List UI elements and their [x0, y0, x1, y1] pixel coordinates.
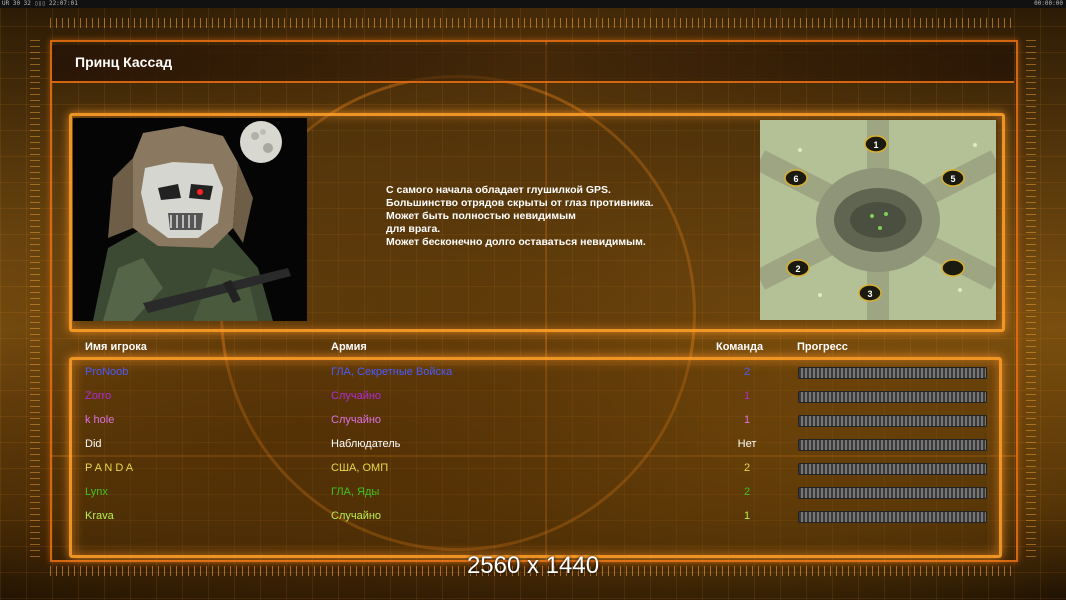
general-portrait-image: [73, 118, 307, 321]
general-portrait: [73, 118, 307, 321]
progress-bar: [798, 463, 987, 475]
player-name: Krava: [85, 510, 114, 522]
column-header-name: Имя игрока: [85, 341, 147, 353]
player-team: Нет: [737, 438, 757, 450]
player-team: 1: [743, 390, 751, 402]
table-row: Did Наблюдатель Нет: [0, 434, 1066, 458]
description-line: Может быть полностью невидимым: [386, 210, 576, 222]
map-preview-image: 1 2 3 5 6: [760, 120, 996, 320]
map-slot-label: 1: [873, 140, 878, 150]
player-name: ProNoob: [85, 366, 129, 378]
table-row: Lynx ГЛА, Яды 2: [0, 482, 1066, 506]
player-team: 2: [743, 366, 751, 378]
table-row: ProNoob ГЛА, Секретные Войска 2: [0, 362, 1066, 386]
table-row: P A N D A США, ОМП 2: [0, 458, 1066, 482]
table-row: k hole Случайно 1: [0, 410, 1066, 434]
player-army: ГЛА, Секретные Войска: [331, 366, 453, 378]
progress-bar: [798, 511, 987, 523]
ruler-top: [50, 18, 1016, 28]
player-team: 1: [743, 414, 751, 426]
general-description: С самого начала обладает глушилкой GPS. …: [386, 184, 746, 249]
player-name: P A N D A: [85, 462, 134, 474]
player-team: 1: [743, 510, 751, 522]
player-team: 2: [743, 462, 751, 474]
player-army: ГЛА, Яды: [331, 486, 380, 498]
general-name: Принц Кассад: [75, 54, 173, 70]
player-name: Zorro: [85, 390, 112, 402]
column-header-team: Команда: [716, 341, 764, 353]
table-row: Krava Случайно 1: [0, 506, 1066, 530]
column-header-progress: Прогресс: [797, 341, 848, 353]
description-line: для врага.: [386, 223, 441, 235]
resolution-watermark: 2560 x 1440: [466, 552, 600, 579]
table-row: Zorro Случайно 1: [0, 386, 1066, 410]
map-slot-label: 5: [950, 174, 955, 184]
map-slot-label: 6: [793, 174, 798, 184]
player-name: Lynx: [85, 486, 108, 498]
player-name: k hole: [85, 414, 115, 426]
progress-bar: [798, 391, 987, 403]
player-army: Случайно: [331, 414, 382, 426]
progress-bar: [798, 439, 987, 451]
description-line: Большинство отрядов скрыты от глаз проти…: [386, 197, 654, 209]
column-header-army: Армия: [331, 341, 367, 353]
player-army: Случайно: [331, 510, 382, 522]
progress-bar: [798, 487, 987, 499]
player-army: Случайно: [331, 390, 382, 402]
system-info: UR 30 32 ▯▯▯ 22:07:01: [2, 0, 78, 7]
description-line: Может бесконечно долго оставаться невиди…: [386, 236, 646, 248]
description-line: С самого начала обладает глушилкой GPS.: [386, 184, 611, 196]
player-army: Наблюдатель: [331, 438, 401, 450]
progress-bar: [798, 367, 987, 379]
player-name: Did: [85, 438, 102, 450]
map-slot-label: 3: [867, 289, 872, 299]
map-preview: 1 2 3 5 6: [760, 120, 996, 320]
progress-bar: [798, 415, 987, 427]
player-army: США, ОМП: [331, 462, 389, 474]
map-slot-label: 2: [795, 264, 800, 274]
player-team: 2: [743, 486, 751, 498]
system-strip: [0, 0, 1066, 8]
system-clock: 00:00:00: [1034, 0, 1063, 7]
title-bar: [52, 45, 1014, 83]
